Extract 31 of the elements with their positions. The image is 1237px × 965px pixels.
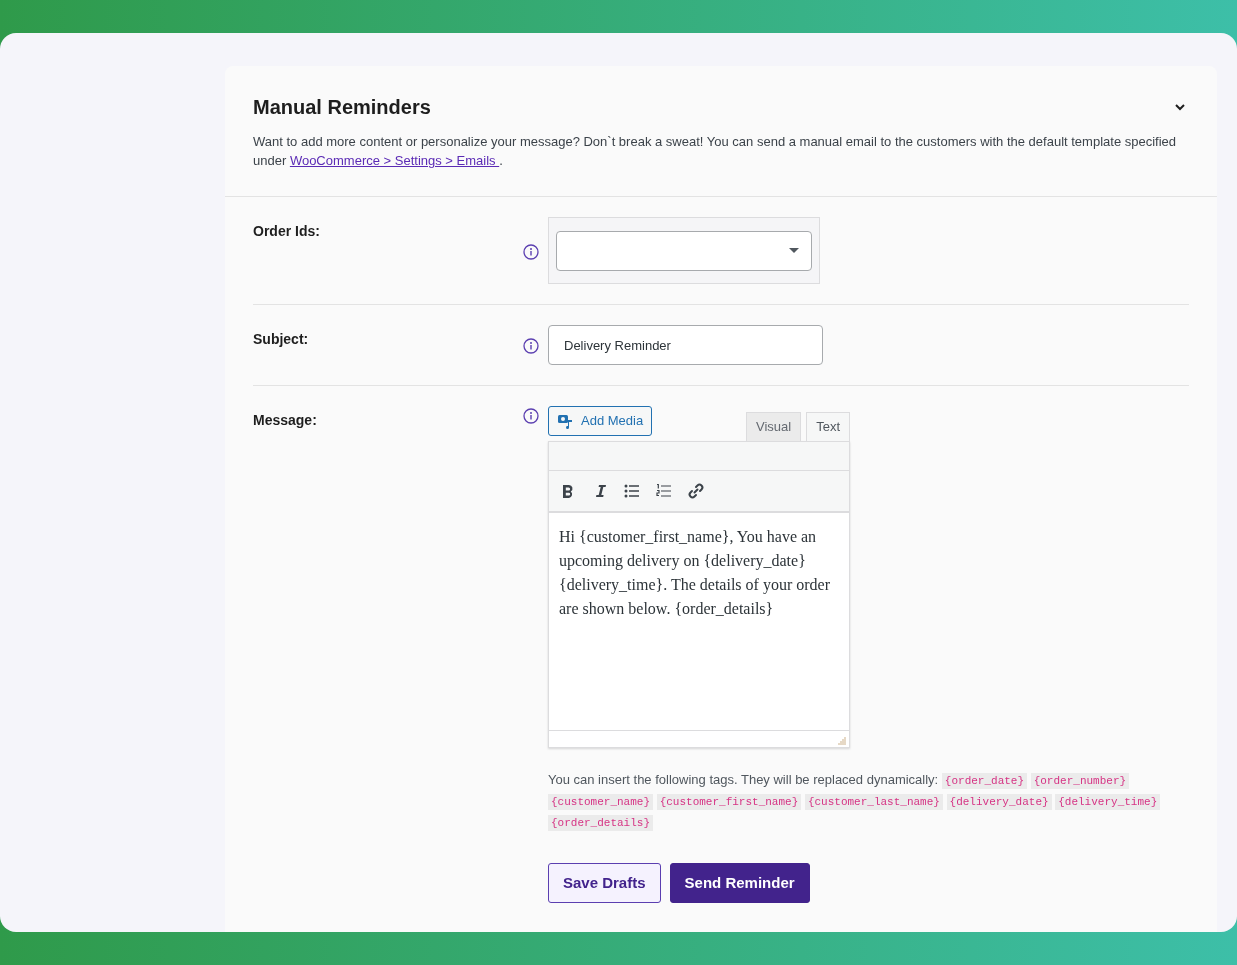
tag-code: {delivery_time} [1055, 794, 1161, 810]
numbered-list-icon[interactable] [655, 482, 673, 500]
tag-code: {customer_first_name} [656, 794, 802, 810]
bulleted-list-icon[interactable] [623, 482, 641, 500]
tag-code: {delivery_date} [946, 794, 1052, 810]
section-description: Want to add more content or personalize your message? Don`t break a sweat! You can send a manual email to the customers with the default template specified under WooCommerce > Settings > Emails . [253, 133, 1178, 170]
media-icon [557, 412, 575, 430]
tag-code: {order_date} [941, 773, 1028, 789]
tag-code: {order_number} [1030, 773, 1130, 789]
save-drafts-button[interactable]: Save Drafts [548, 863, 661, 903]
info-icon [523, 408, 539, 424]
settings-link[interactable]: WooCommerce > Settings > Emails [289, 153, 500, 168]
field-label: Order Ids: [253, 223, 320, 239]
field-label: Subject: [253, 331, 309, 347]
editor-tab[interactable]: Text [806, 412, 850, 441]
subject-input[interactable]: Delivery Reminder [548, 325, 823, 365]
resize-handle-icon[interactable] [837, 735, 847, 745]
message-textarea[interactable]: Hi {customer_first_name}, You have an upcoming delivery on {delivery_date} {delivery_time}. The details of your order are shown below. {order_details} [549, 513, 849, 731]
tag-code: {order_details} [548, 815, 654, 831]
tag-code: {customer_name} [548, 794, 654, 810]
send-reminder-button[interactable]: Send Reminder [669, 863, 810, 903]
help-text: You can insert the following tags. They will be replaced dynamically: [548, 772, 940, 787]
field-label: Message: [253, 412, 317, 428]
link-icon[interactable] [687, 482, 705, 500]
add-media-button[interactable]: Add Media [548, 406, 653, 436]
info-icon [523, 243, 539, 260]
editor-tab[interactable]: Visual [745, 412, 802, 441]
caret-icon [789, 248, 799, 253]
info-icon [523, 338, 539, 354]
tag-code: {customer_last_name} [804, 794, 943, 810]
section-title: Manual Reminders [253, 95, 431, 120]
